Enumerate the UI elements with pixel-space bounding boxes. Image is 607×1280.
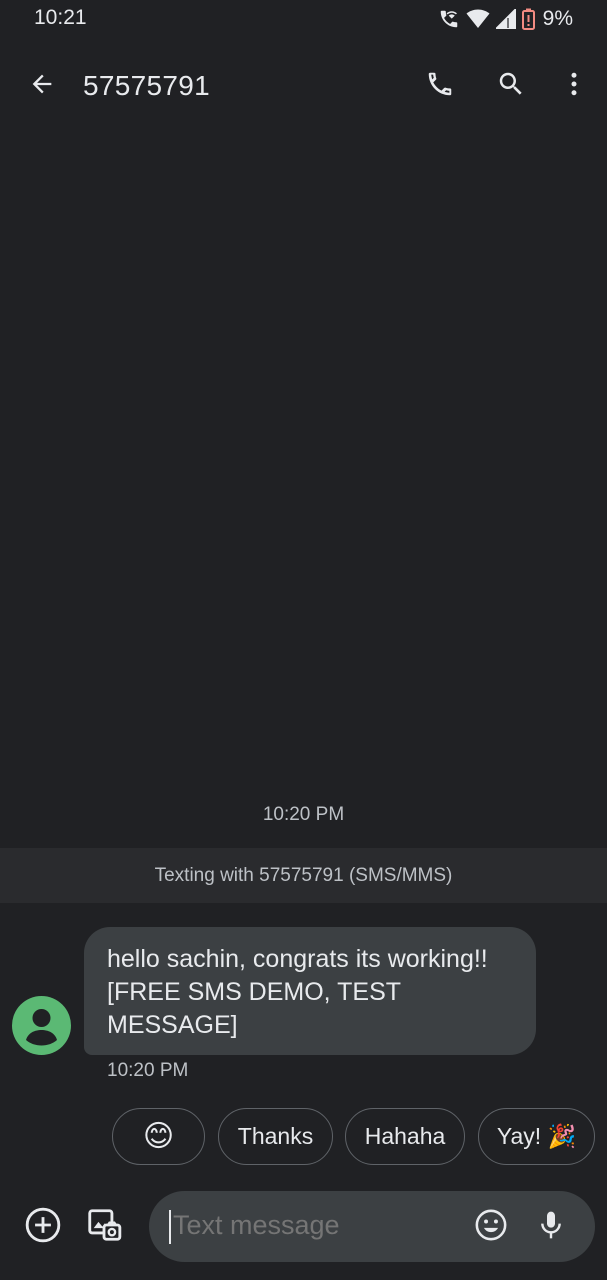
smart-reply-thanks[interactable]: Thanks — [218, 1108, 333, 1165]
smart-reply-yay[interactable]: Yay! 🎉 — [478, 1108, 595, 1165]
mic-icon — [535, 1209, 567, 1246]
smart-reply-label: Thanks — [237, 1123, 314, 1149]
message-time: 10:20 PM — [107, 1060, 189, 1081]
voice-input-button[interactable] — [531, 1207, 571, 1247]
app-bar: 57575791 — [0, 56, 607, 116]
conversation-timestamp: 10:20 PM — [262, 804, 345, 825]
search-icon — [496, 69, 526, 104]
status-bar: 10:21 9% — [0, 0, 607, 40]
emoji-icon — [474, 1208, 508, 1247]
message-bubble[interactable]: hello sachin, congrats its working!![FRE… — [84, 927, 536, 1055]
add-circle-icon — [24, 1206, 62, 1249]
compose-bar — [0, 1190, 607, 1262]
wifi-icon — [466, 8, 490, 30]
contact-avatar[interactable] — [12, 996, 71, 1055]
message-text: hello sachin, congrats its working!![FRE… — [107, 945, 488, 1039]
messages-screen: 10:21 9% 57575791 10:20 PM Texting with … — [0, 0, 607, 1280]
texting-banner: Texting with 57575791 (SMS/MMS) — [0, 848, 607, 903]
back-arrow-icon — [28, 70, 56, 103]
message-input[interactable] — [171, 1209, 465, 1242]
gallery-icon — [85, 1206, 123, 1249]
message-compose-field[interactable] — [149, 1191, 595, 1262]
gallery-button[interactable] — [84, 1207, 124, 1247]
emoji-button[interactable] — [471, 1207, 511, 1247]
smart-reply-emoji[interactable]: 😊 — [112, 1108, 205, 1165]
phone-icon — [425, 69, 455, 104]
call-button[interactable] — [420, 66, 460, 106]
status-time: 10:21 — [34, 6, 87, 29]
smart-reply-label: Yay! 🎉 — [496, 1123, 577, 1149]
back-button[interactable] — [22, 66, 62, 106]
conversation-title: 57575791 — [83, 70, 210, 101]
battery-low-icon — [521, 8, 535, 30]
wifi-call-icon — [438, 8, 460, 30]
person-icon — [26, 1009, 57, 1046]
attach-button[interactable] — [23, 1207, 63, 1247]
more-vert-icon — [559, 69, 589, 104]
smart-reply-label: 😊 — [142, 1120, 175, 1153]
battery-percent: 9% — [542, 7, 573, 30]
signal-icon — [495, 9, 516, 29]
search-button[interactable] — [491, 66, 531, 106]
smart-reply-hahaha[interactable]: Hahaha — [345, 1108, 465, 1165]
texting-banner-text: Texting with 57575791 (SMS/MMS) — [154, 864, 453, 886]
smart-reply-label: Hahaha — [364, 1123, 446, 1149]
status-icons: 9% — [438, 6, 573, 32]
more-options-button[interactable] — [554, 66, 594, 106]
